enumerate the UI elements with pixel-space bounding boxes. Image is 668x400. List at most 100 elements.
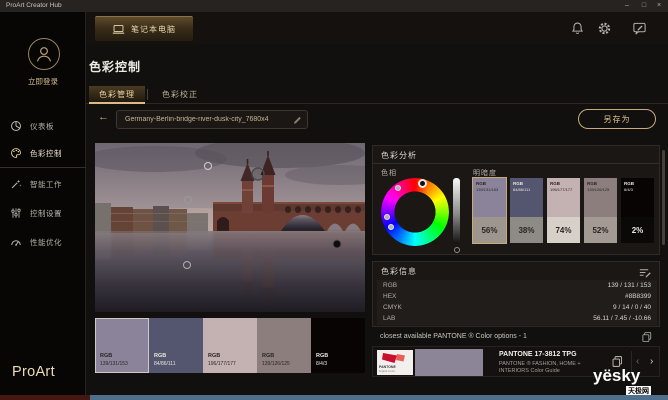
value-slider-knob[interactable] [454,247,460,253]
color-swatch[interactable]: RGB 139/126/125 [257,318,311,373]
card-rgb-label: RGB [624,181,654,186]
topbar: 笔记本电脑 [86,12,668,44]
info-value: 139 / 131 / 153 [608,282,651,289]
color-swatch[interactable]: RGB 139/131/153 [95,318,149,373]
brightness-card[interactable]: RGB139/126/125 52% [584,178,617,243]
hue-marker-selected[interactable] [418,179,427,188]
info-row: RGB 139 / 131 / 153 [377,280,657,291]
hue-marker[interactable] [395,185,401,191]
sliders-icon [10,207,22,219]
settings-gear-icon[interactable] [597,21,612,36]
info-label: HEX [383,293,396,300]
info-row: HEX#8B8399 [377,291,657,302]
brightness-card[interactable]: RGB196/177/177 74% [547,178,580,243]
notification-bell-icon[interactable] [570,21,585,36]
color-swatch[interactable]: RGB 196/177/177 [203,318,257,373]
tab-color-calibration[interactable]: 色彩校正 [152,86,208,103]
titlebar: ProArt Creator Hub – □ × [0,0,668,12]
hue-wheel[interactable] [381,178,449,246]
minimize-button[interactable]: – [620,0,634,12]
card-percent: 56% [473,217,506,243]
color-swatch[interactable]: RGB 84/86/111 [149,318,203,373]
swatch-rgb-value: 8/4/3 [316,361,327,367]
brightness-card[interactable]: RGB139/131/153 56% [473,178,506,243]
pantone-name: PANTONE 17-3812 TPG [499,351,577,358]
tabs-border [86,103,668,104]
info-row: CMYK9 / 14 / 0 / 40 [377,302,657,313]
login-button[interactable]: 立即登录 [0,76,86,87]
card-rgb-label: RGB [550,181,580,186]
sidebar: 立即登录 仪表板 色彩控制 智能工作 控制设置 [0,12,86,400]
panel-divider [373,163,659,164]
hue-marker[interactable] [384,214,390,220]
swatch-rgb-label: RGB [100,353,112,359]
info-row: LAB56.11 / 7.45 / -10.66 [377,313,657,324]
filename-input[interactable] [116,110,308,129]
card-rgb-value: 196/177/177 [550,187,580,192]
pantone-description: PANTONE ® FASHION, HOME + INTERIORS Colo… [499,361,607,374]
color-swatch[interactable]: RGB 8/4/3 [311,318,365,373]
bottom-strip-left [0,395,90,400]
value-slider[interactable] [453,178,460,244]
swatch-rgb-label: RGB [154,353,166,359]
edit-list-icon[interactable] [638,266,651,279]
palette-icon [10,147,22,159]
device-tab-label: 笔记本电脑 [131,24,176,35]
hue-marker[interactable] [388,224,394,230]
card-rgb-value: 139/126/125 [587,187,617,192]
sidebar-item-label: 控制设置 [30,208,62,219]
card-percent: 74% [547,217,580,243]
tab-color-management[interactable]: 色彩管理 [89,86,145,103]
card-rgb-label: RGB [587,181,617,186]
info-label: RGB [383,282,397,289]
avatar[interactable] [28,38,60,70]
sidebar-item-label: 仪表板 [30,121,54,132]
photo-preview[interactable] [95,143,365,312]
card-percent: 38% [510,217,543,243]
pantone-logo-subtext: Digital Color [379,369,395,373]
device-tab-laptop[interactable]: 笔记本电脑 [95,16,193,41]
sidebar-item-label: 智能工作 [30,179,62,190]
swatch-rgb-value: 84/86/111 [154,361,176,367]
feedback-icon[interactable] [632,21,647,36]
swatch-rgb-value: 196/177/177 [208,361,236,367]
dashboard-pie-icon [10,120,22,132]
hue-label: 色相 [381,168,397,178]
pantone-header: closest available PANTONE ® Color option… [380,333,527,340]
proart-creator-hub-window: ProArt Creator Hub – □ × 笔记本电脑 立即登录 [0,0,668,400]
active-tab-underline [89,102,145,104]
proart-logo: ProArt [12,364,55,380]
maximize-button[interactable]: □ [637,0,651,12]
swatch-rgb-label: RGB [208,353,220,359]
back-button[interactable]: ← [98,111,109,123]
hue-ring[interactable] [381,178,449,246]
tab-divider [147,89,148,100]
swatch-rgb-value: 139/131/153 [100,361,128,367]
close-button[interactable]: × [652,0,666,12]
yesky-watermark: yësky [593,366,640,386]
info-value: 56.11 / 7.45 / -10.66 [593,315,651,322]
copy-icon[interactable] [641,331,654,344]
edit-pencil-icon[interactable] [293,114,303,124]
card-rgb-label: RGB [513,181,543,186]
person-icon [33,43,55,65]
sidebar-divider [0,167,86,168]
sidebar-item-smart-work[interactable]: 智能工作 [0,172,86,196]
color-analysis-panel: 色彩分析 色相 明暗度 RGB139/131/153 56% RGB84/86/… [372,145,660,255]
sidebar-item-control-settings[interactable]: 控制设置 [0,201,86,225]
sidebar-item-color-control[interactable]: 色彩控制 [0,141,86,165]
page-title: 色彩控制 [89,58,141,75]
swatch-rgb-value: 139/126/125 [262,361,290,367]
card-percent: 2% [621,217,654,243]
brightness-card[interactable]: RGB84/86/111 38% [510,178,543,243]
sidebar-item-dashboard[interactable]: 仪表板 [0,114,86,138]
swatch-rgb-label: RGB [262,353,274,359]
save-as-button[interactable]: 另存为 [578,109,656,129]
sidebar-item-label: 性能优化 [30,237,62,248]
card-rgb-value: 84/86/111 [513,187,543,192]
brightness-card[interactable]: RGB8/4/3 2% [621,178,654,243]
scrollbar[interactable] [662,150,665,245]
next-pantone-button[interactable]: › [650,355,653,368]
pantone-header-row: closest available PANTONE ® Color option… [372,331,660,344]
sidebar-item-performance[interactable]: 性能优化 [0,230,86,254]
